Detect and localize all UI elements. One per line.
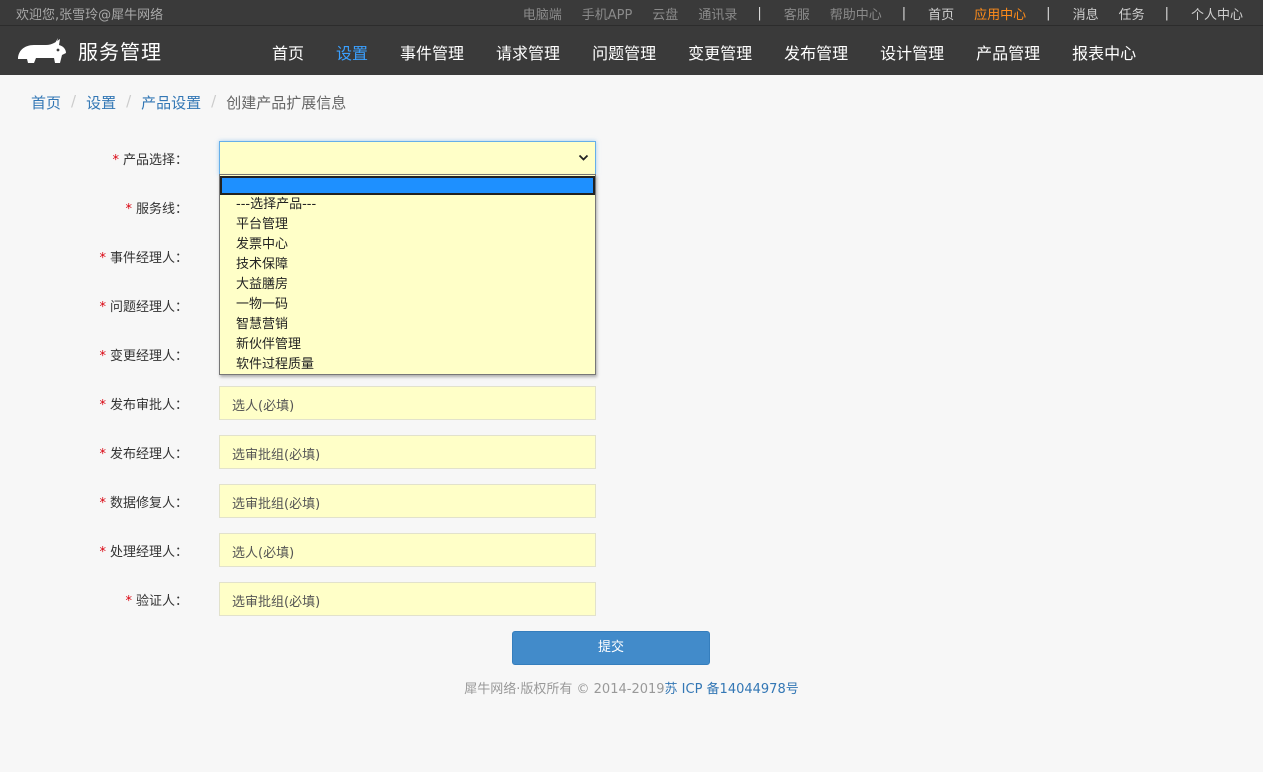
breadcrumb-divider: /: [71, 92, 77, 110]
dropdown-option-empty[interactable]: [220, 176, 595, 195]
nav-item-release[interactable]: 发布管理: [768, 26, 864, 76]
breadcrumb-product-settings[interactable]: 产品设置: [141, 92, 201, 113]
product-select-label: 产品选择：: [122, 153, 188, 168]
form-row-verifier: * 验证人： 选审批组(必填): [0, 582, 600, 616]
required-mark: *: [99, 251, 106, 266]
field-label: * 发布审批人：: [99, 394, 188, 413]
nav-item-product[interactable]: 产品管理: [960, 26, 1056, 76]
field-label: * 服务线：: [125, 198, 188, 217]
dropdown-option[interactable]: 软件过程质量: [220, 355, 595, 375]
data-repairer-label: 数据修复人：: [109, 496, 188, 511]
rhino-logo-icon: [18, 37, 66, 63]
product-dropdown-list: ---选择产品--- 平台管理 发票中心 技术保障 大益膳房 一物一码 智慧营销…: [219, 174, 596, 375]
required-mark: *: [125, 594, 132, 609]
nav-menu: 首页 设置 事件管理 请求管理 问题管理 变更管理 发布管理 设计管理 产品管理…: [256, 26, 1152, 76]
breadcrumb: 首页 / 设置 / 产品设置 / 创建产品扩展信息: [31, 92, 346, 113]
nav-item-request[interactable]: 请求管理: [480, 26, 576, 76]
required-mark: *: [99, 447, 106, 462]
top-divider: |: [901, 6, 907, 21]
required-mark: *: [112, 153, 119, 168]
form-row-release-approver: * 发布审批人： 选人(必填): [0, 386, 600, 420]
field-label: * 处理经理人：: [99, 541, 188, 560]
dropdown-option[interactable]: 发票中心: [220, 235, 595, 255]
top-link-help-center[interactable]: 帮助中心: [830, 4, 882, 23]
top-link-cloud-disk[interactable]: 云盘: [652, 4, 678, 23]
breadcrumb-current: 创建产品扩展信息: [226, 94, 347, 112]
dropdown-option[interactable]: 大益膳房: [220, 275, 595, 295]
top-link-contacts[interactable]: 通讯录: [698, 4, 737, 23]
breadcrumb-settings[interactable]: 设置: [86, 92, 116, 113]
brand-title: 服务管理: [78, 40, 162, 64]
chevron-down-icon: [578, 154, 589, 161]
breadcrumb-home[interactable]: 首页: [31, 92, 61, 113]
breadcrumb-divider: /: [211, 92, 217, 110]
required-mark: *: [99, 496, 106, 511]
required-mark: *: [99, 349, 106, 364]
form-row-handling-manager: * 处理经理人： 选人(必填): [0, 533, 600, 567]
form-row-data-repairer: * 数据修复人： 选审批组(必填): [0, 484, 600, 518]
top-link-desktop[interactable]: 电脑端: [523, 4, 562, 23]
brand[interactable]: 服务管理: [16, 36, 162, 65]
top-divider: |: [757, 6, 762, 21]
top-link-profile[interactable]: 个人中心: [1191, 4, 1243, 23]
nav-item-home[interactable]: 首页: [256, 26, 320, 76]
nav-item-reports[interactable]: 报表中心: [1056, 26, 1152, 76]
dropdown-option[interactable]: ---选择产品---: [220, 195, 595, 215]
field-label: * 发布经理人：: [99, 443, 188, 462]
dropdown-option[interactable]: 技术保障: [220, 255, 595, 275]
field-label: * 数据修复人：: [99, 492, 188, 511]
service-line-label: 服务线：: [135, 202, 188, 217]
data-repairer-input[interactable]: 选审批组(必填): [219, 484, 596, 518]
release-approver-label: 发布审批人：: [109, 398, 188, 413]
top-bar: 欢迎您,张雪玲@犀牛网络 电脑端 手机APP 云盘 通讯录 | 客服 帮助中心 …: [0, 0, 1263, 25]
footer-icp-link[interactable]: 苏 ICP 备14044978号: [665, 682, 799, 697]
dropdown-option[interactable]: 新伙伴管理: [220, 335, 595, 355]
nav-item-design[interactable]: 设计管理: [864, 26, 960, 76]
field-label: * 事件经理人：: [99, 247, 188, 266]
required-mark: *: [99, 398, 106, 413]
verifier-input[interactable]: 选审批组(必填): [219, 582, 596, 616]
nav-item-incident[interactable]: 事件管理: [384, 26, 480, 76]
dropdown-option[interactable]: 一物一码: [220, 295, 595, 315]
required-mark: *: [99, 300, 106, 315]
change-manager-label: 变更经理人：: [109, 349, 188, 364]
breadcrumb-divider: /: [126, 92, 132, 110]
nav-item-settings[interactable]: 设置: [320, 26, 384, 76]
top-link-app-center[interactable]: 应用中心: [974, 4, 1026, 23]
handling-manager-label: 处理经理人：: [109, 545, 188, 560]
footer: 犀牛网络·版权所有 © 2014-2019苏 ICP 备14044978号: [0, 678, 1263, 697]
release-approver-input[interactable]: 选人(必填): [219, 386, 596, 420]
product-select[interactable]: [219, 141, 596, 175]
footer-copyright: 犀牛网络·版权所有 © 2014-2019: [464, 682, 665, 697]
top-divider: |: [1164, 6, 1169, 21]
top-link-mobile-app[interactable]: 手机APP: [582, 4, 633, 23]
field-label: * 验证人：: [125, 590, 188, 609]
release-manager-label: 发布经理人：: [109, 447, 188, 462]
top-links: 电脑端 手机APP 云盘 通讯录 | 客服 帮助中心 | 首页 应用中心 | 消…: [523, 4, 1263, 23]
verifier-label: 验证人：: [135, 594, 188, 609]
submit-button[interactable]: 提交: [512, 631, 710, 665]
required-mark: *: [125, 202, 132, 217]
field-label: * 问题经理人：: [99, 296, 188, 315]
form-row-release-manager: * 发布经理人： 选审批组(必填): [0, 435, 600, 469]
field-label: * 产品选择：: [112, 149, 188, 168]
top-link-messages[interactable]: 消息: [1073, 4, 1099, 23]
welcome-text: 欢迎您,张雪玲@犀牛网络: [16, 8, 164, 23]
top-link-home[interactable]: 首页: [928, 4, 954, 23]
main-nav: 服务管理 首页 设置 事件管理 请求管理 问题管理 变更管理 发布管理 设计管理…: [0, 25, 1263, 75]
dropdown-option[interactable]: 平台管理: [220, 215, 595, 235]
release-manager-input[interactable]: 选审批组(必填): [219, 435, 596, 469]
incident-manager-label: 事件经理人：: [109, 251, 188, 266]
top-divider: |: [1046, 6, 1051, 21]
nav-item-change[interactable]: 变更管理: [672, 26, 768, 76]
nav-item-problem[interactable]: 问题管理: [576, 26, 672, 76]
field-label: * 变更经理人：: [99, 345, 188, 364]
handling-manager-input[interactable]: 选人(必填): [219, 533, 596, 567]
top-link-tasks[interactable]: 任务: [1119, 4, 1145, 23]
problem-manager-label: 问题经理人：: [109, 300, 188, 315]
dropdown-option[interactable]: 智慧营销: [220, 315, 595, 335]
top-link-support[interactable]: 客服: [784, 4, 810, 23]
required-mark: *: [99, 545, 106, 560]
